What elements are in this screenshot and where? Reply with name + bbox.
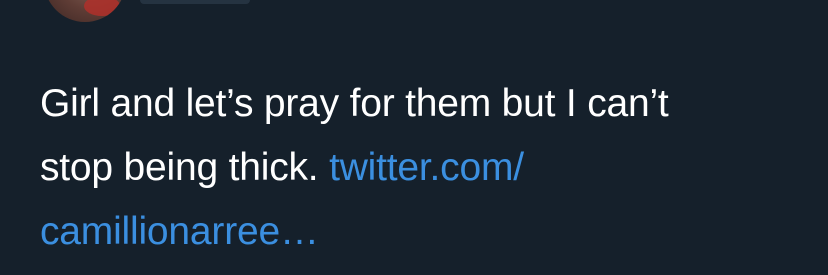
tweet-text-line-1: Girl and let’s pray for them but I can’t [40, 82, 669, 125]
tweet-link-part-2[interactable]: camillionarree… [40, 210, 319, 253]
avatar[interactable] [44, 0, 126, 22]
tweet: Girl and let’s pray for them but I can’t… [0, 0, 828, 275]
tweet-link-part-1[interactable]: twitter.com/ [329, 146, 524, 189]
tweet-text-line-2: stop being thick. [40, 146, 330, 189]
tweet-text: Girl and let’s pray for them but I can’t… [40, 72, 800, 264]
tweet-header-fragment [140, 0, 250, 4]
